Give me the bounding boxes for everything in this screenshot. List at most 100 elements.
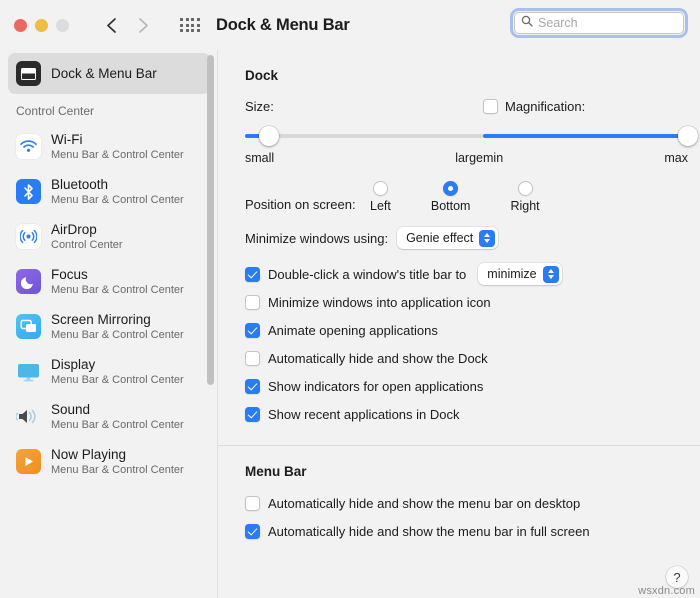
- dock-size-track: [245, 134, 483, 138]
- sidebar-item-label: Screen Mirroring: [51, 311, 184, 328]
- screen-mirroring-icon: [16, 314, 41, 339]
- minimize-effect-row: Minimize windows using: Genie effect: [218, 213, 700, 249]
- dock-section-title: Dock: [218, 68, 700, 83]
- checkbox-row: Show indicators for open applications: [218, 373, 700, 399]
- show-indicators-checkbox[interactable]: [245, 379, 260, 394]
- menu-bar-section: Menu Bar Automatically hide and show the…: [218, 446, 700, 544]
- settings-pane: Dock Size: small large: [218, 50, 700, 598]
- sidebar-item-airdrop[interactable]: AirDrop Control Center: [8, 214, 210, 259]
- checkbox-label: Automatically hide and show the menu bar…: [268, 524, 590, 539]
- sidebar-item-bluetooth[interactable]: Bluetooth Menu Bar & Control Center: [8, 169, 210, 214]
- dock-position-group: Position on screen: Left Bottom Right: [218, 165, 700, 213]
- position-option-right[interactable]: Right: [510, 181, 539, 213]
- dock-size-label: Size:: [245, 97, 483, 116]
- display-icon: [16, 359, 41, 384]
- sidebar-item-sound[interactable]: Sound Menu Bar & Control Center: [8, 394, 210, 439]
- sidebar-scrollbar[interactable]: [203, 50, 218, 598]
- focus-moon-icon: [16, 269, 41, 294]
- double-click-row: Double-click a window's title bar to min…: [218, 261, 700, 287]
- sidebar-item-dock-menu-bar[interactable]: Dock & Menu Bar: [8, 53, 210, 94]
- radio-bottom-label: Bottom: [431, 199, 471, 213]
- sidebar-item-screen-mirroring[interactable]: Screen Mirroring Menu Bar & Control Cent…: [8, 304, 210, 349]
- dock-size-min-label: small: [245, 151, 274, 165]
- checkbox-label: Animate opening applications: [268, 323, 438, 338]
- page-title: Dock & Menu Bar: [216, 16, 350, 35]
- now-playing-icon: [16, 449, 41, 474]
- menu-bar-section-title: Menu Bar: [218, 464, 700, 479]
- sidebar-item-sublabel: Menu Bar & Control Center: [51, 193, 184, 207]
- sidebar-scrollbar-thumb[interactable]: [207, 55, 214, 385]
- search-field-container: Search: [510, 8, 688, 38]
- auto-hide-menubar-fullscreen-checkbox[interactable]: [245, 524, 260, 539]
- dock-size-max-label: large: [455, 151, 483, 165]
- sidebar-item-label: Bluetooth: [51, 176, 184, 193]
- sidebar-item-wifi[interactable]: Wi-Fi Menu Bar & Control Center: [8, 124, 210, 169]
- airdrop-icon: [16, 224, 41, 249]
- chevron-updown-icon: [479, 230, 495, 247]
- search-input[interactable]: Search: [514, 12, 684, 34]
- sidebar-item-sublabel: Menu Bar & Control Center: [51, 283, 184, 297]
- auto-hide-menubar-desktop-checkbox[interactable]: [245, 496, 260, 511]
- watermark: wsxdn.com: [638, 585, 695, 597]
- checkbox-row: Minimize windows into application icon: [218, 289, 700, 315]
- checkbox-label: Show indicators for open applications: [268, 379, 483, 394]
- minimize-effect-label: Minimize windows using:: [245, 231, 388, 246]
- sidebar-item-label: Wi-Fi: [51, 131, 184, 148]
- sidebar-item-focus[interactable]: Focus Menu Bar & Control Center: [8, 259, 210, 304]
- dock-size-slider[interactable]: [245, 123, 483, 149]
- minimize-effect-dropdown[interactable]: Genie effect: [397, 227, 498, 249]
- checkbox-label: Automatically hide and show the Dock: [268, 351, 488, 366]
- checkbox-row: Automatically hide and show the menu bar…: [218, 490, 700, 516]
- position-option-left[interactable]: Left: [370, 181, 391, 213]
- zoom-button[interactable]: [56, 19, 69, 32]
- double-click-dropdown[interactable]: minimize: [478, 263, 561, 285]
- dock-position-label: Position on screen:: [245, 183, 370, 212]
- auto-hide-dock-checkbox[interactable]: [245, 351, 260, 366]
- dock-magnification-slider[interactable]: [483, 123, 688, 149]
- bluetooth-icon: [16, 179, 41, 204]
- position-option-bottom[interactable]: Bottom: [431, 181, 471, 213]
- dock-menu-bar-icon: [16, 61, 41, 86]
- sidebar-item-now-playing[interactable]: Now Playing Menu Bar & Control Center: [8, 439, 210, 484]
- magnification-checkbox[interactable]: [483, 99, 498, 114]
- checkbox-label: Minimize windows into application icon: [268, 295, 491, 310]
- dock-magnification-max-label: max: [664, 151, 688, 165]
- radio-right[interactable]: [518, 181, 533, 196]
- back-chevron-icon[interactable]: [98, 12, 124, 38]
- dock-sliders: Size: small large: [218, 83, 700, 165]
- sidebar-item-sublabel: Menu Bar & Control Center: [51, 148, 184, 162]
- sidebar-item-sublabel: Menu Bar & Control Center: [51, 418, 184, 432]
- minimize-into-icon-checkbox[interactable]: [245, 295, 260, 310]
- sidebar-item-sublabel: Menu Bar & Control Center: [51, 463, 184, 477]
- radio-left-label: Left: [370, 199, 391, 213]
- forward-chevron-icon[interactable]: [130, 12, 156, 38]
- sidebar-item-label: Now Playing: [51, 446, 184, 463]
- radio-left[interactable]: [373, 181, 388, 196]
- close-button[interactable]: [14, 19, 27, 32]
- double-click-checkbox[interactable]: [245, 267, 260, 282]
- checkbox-row: Automatically hide and show the menu bar…: [218, 518, 700, 544]
- dock-size-thumb[interactable]: [259, 126, 279, 146]
- dock-magnification-thumb[interactable]: [678, 126, 698, 146]
- minimize-effect-value: Genie effect: [406, 231, 473, 245]
- sidebar-item-display[interactable]: Display Menu Bar & Control Center: [8, 349, 210, 394]
- sound-icon: [16, 404, 41, 429]
- search-focus-ring: Search: [510, 8, 688, 38]
- checkbox-label: Automatically hide and show the menu bar…: [268, 496, 580, 511]
- double-click-value: minimize: [487, 267, 536, 281]
- show-recent-apps-checkbox[interactable]: [245, 407, 260, 422]
- radio-bottom[interactable]: [443, 181, 458, 196]
- search-icon: [521, 14, 533, 32]
- sidebar-item-sublabel: Control Center: [51, 238, 123, 252]
- search-placeholder: Search: [538, 16, 578, 30]
- system-preferences-window: Dock & Menu Bar Search Dock & Menu: [0, 0, 700, 598]
- traffic-lights: [0, 19, 69, 32]
- sidebar-item-sublabel: Menu Bar & Control Center: [51, 373, 184, 387]
- dock-magnification-label: Magnification:: [505, 99, 585, 114]
- double-click-label: Double-click a window's title bar to: [268, 267, 466, 282]
- animate-opening-checkbox[interactable]: [245, 323, 260, 338]
- window-body: Dock & Menu Bar Control Center Wi-Fi: [0, 50, 700, 598]
- show-all-grid-icon[interactable]: [179, 14, 201, 36]
- checkbox-label: Show recent applications in Dock: [268, 407, 460, 422]
- minimize-button[interactable]: [35, 19, 48, 32]
